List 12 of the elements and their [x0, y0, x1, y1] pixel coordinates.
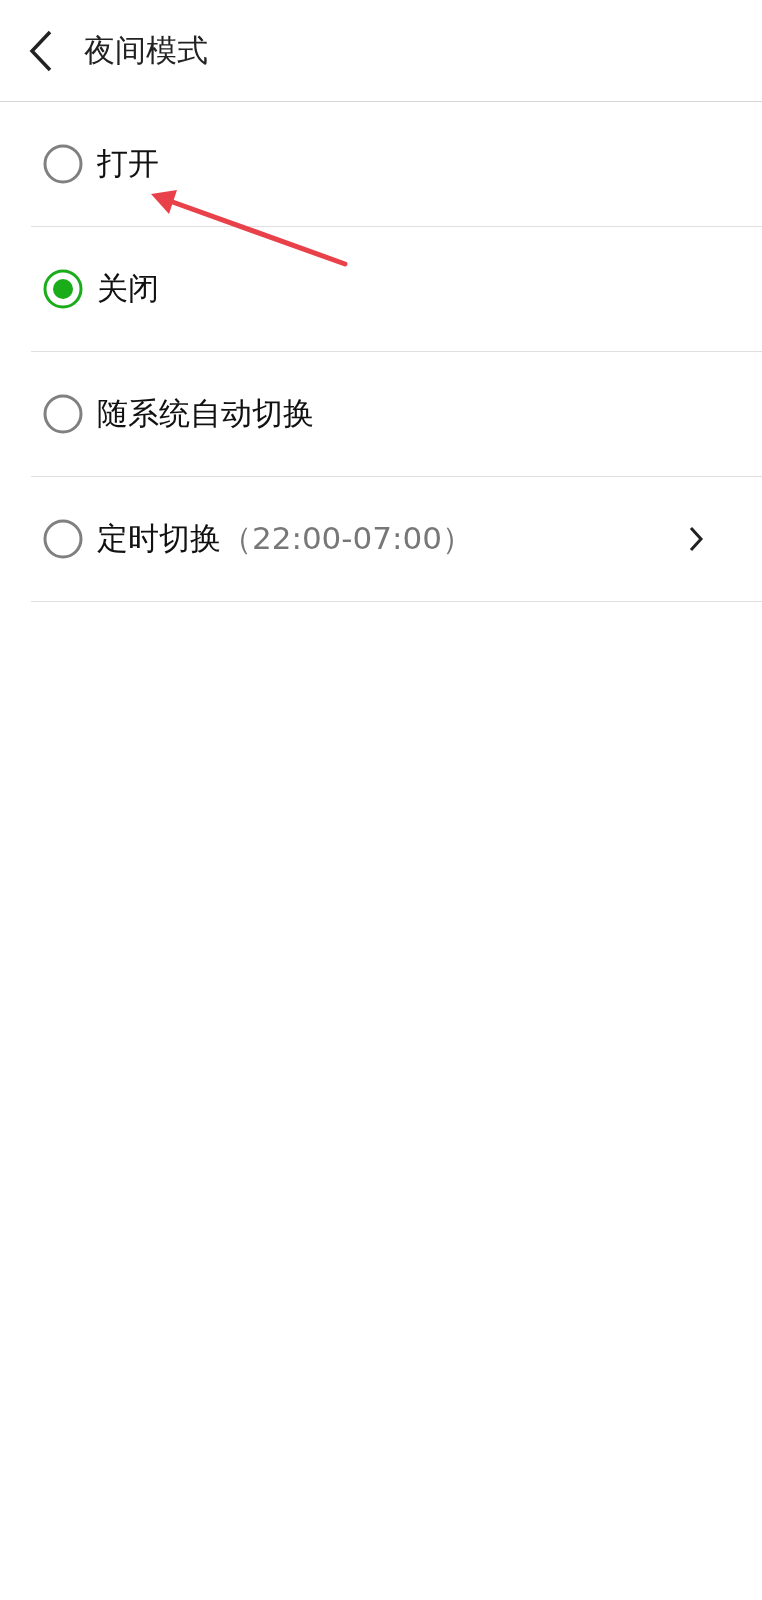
time-range: （22:00-07:00） [221, 519, 473, 558]
radio-button[interactable] [43, 269, 83, 309]
radio-button[interactable] [43, 144, 83, 184]
radio-button[interactable] [43, 519, 83, 559]
back-icon[interactable] [28, 28, 54, 73]
option-label[interactable]: 打开 [97, 143, 159, 185]
option-label[interactable]: 关闭 [97, 268, 159, 310]
chevron-right-icon[interactable] [688, 525, 704, 553]
radio-button[interactable] [43, 394, 83, 434]
option-label[interactable]: 随系统自动切换 [97, 393, 314, 435]
option-label[interactable]: 定时切换 [97, 518, 221, 560]
page-title: 夜间模式 [84, 30, 208, 70]
